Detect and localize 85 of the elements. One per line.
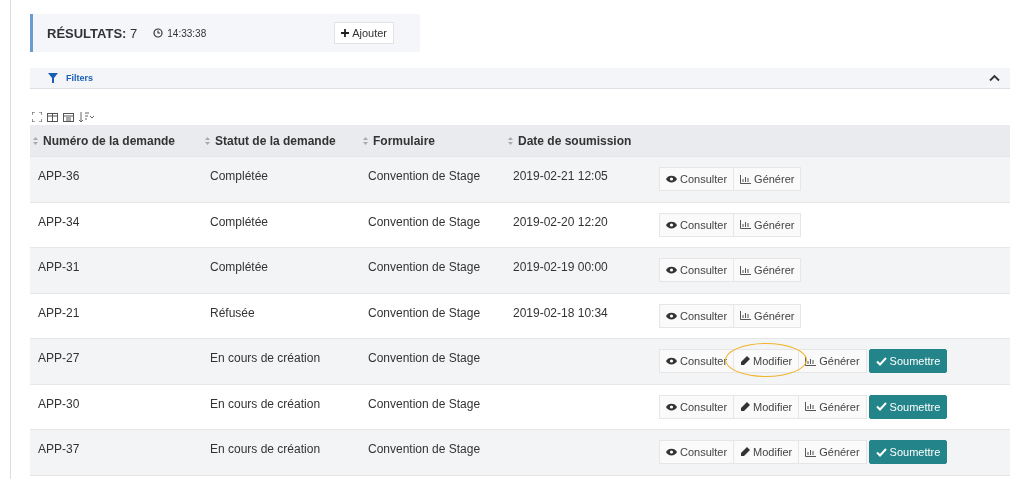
edit-button[interactable]: Modifier [733,440,800,465]
bar-chart-icon [805,447,817,457]
column-header[interactable]: Date de soumission [505,133,660,148]
request-number: APP-27 [37,350,81,365]
view-button[interactable]: Consulter [659,258,735,283]
form-name: Convention de Stage [367,304,482,320]
fullscreen-icon[interactable] [32,112,42,122]
eye-icon [666,175,677,184]
pencil-icon [740,447,751,458]
check-icon [875,356,887,366]
results-count: RÉSULTATS: 7 [47,25,138,41]
request-status: En cours de création [209,395,322,411]
check-icon [875,402,887,412]
form-name: Convention de Stage [367,168,482,183]
pencil-icon [740,401,751,412]
generate-button[interactable]: Générer [733,167,802,192]
bar-chart-icon [740,265,752,275]
form-name: Convention de Stage [367,441,482,456]
timestamp: 14:33:38 [167,27,207,39]
request-status: Réfusée [209,304,256,320]
request-status: En cours de création [209,441,322,456]
sort-icon [205,136,210,145]
sort-icon [363,136,368,145]
add-button[interactable]: Ajouter [334,22,394,44]
view-button[interactable]: Consulter [659,167,735,192]
generate-button[interactable]: Générer [733,258,802,283]
column-header[interactable]: Formulaire [360,133,505,148]
filters-label[interactable]: Filters [66,73,93,83]
filter-icon [48,73,58,83]
column-header[interactable]: Numéro de la demande [30,133,202,148]
request-status: Complétée [209,213,270,229]
generate-button[interactable]: Générer [733,303,802,328]
clock-icon [153,28,164,38]
bar-chart-icon [740,220,752,230]
sort-icon [508,136,513,145]
bar-chart-icon [805,402,817,412]
eye-icon [666,311,677,320]
request-number: APP-31 [37,259,81,274]
eye-icon [666,448,677,457]
columns-icon[interactable] [47,112,58,122]
eye-icon [666,266,677,275]
check-icon [875,447,887,457]
eye-icon [666,402,677,411]
request-status: En cours de création [209,350,322,365]
form-name: Convention de Stage [367,395,482,411]
edit-button[interactable]: Modifier [733,349,800,374]
sort-dropdown-icon[interactable] [79,112,95,122]
bar-chart-icon [740,174,752,184]
plus-icon [341,29,350,37]
request-status: Complétée [209,259,270,274]
generate-button[interactable]: Générer [798,394,867,419]
view-button[interactable]: Consulter [659,349,735,374]
eye-icon [666,220,677,229]
bar-chart-icon [740,311,752,321]
card-view-icon[interactable] [63,112,74,122]
form-name: Convention de Stage [367,259,482,274]
request-status: Complétée [209,168,270,183]
sort-icon [33,136,38,145]
request-number: APP-21 [37,304,81,320]
form-name: Convention de Stage [367,350,482,365]
pencil-icon [740,356,751,367]
view-button[interactable]: Consulter [659,440,735,465]
view-button[interactable]: Consulter [659,394,735,419]
generate-button[interactable]: Générer [733,212,802,237]
generate-button[interactable]: Générer [798,440,867,465]
request-number: APP-36 [37,168,81,183]
submission-date: 2019-02-19 00:00 [512,259,609,274]
submit-button[interactable]: Soumettre [868,440,948,465]
submit-button[interactable]: Soumettre [868,394,948,419]
generate-button[interactable]: Générer [798,349,867,374]
request-number: APP-30 [37,395,81,411]
request-number: APP-37 [37,441,81,456]
submit-button[interactable]: Soumettre [868,349,948,374]
view-button[interactable]: Consulter [659,303,735,328]
bar-chart-icon [805,356,817,366]
submission-date: 2019-02-18 10:34 [512,304,609,320]
form-name: Convention de Stage [367,213,482,229]
request-number: APP-34 [37,213,81,229]
submission-date: 2019-02-21 12:05 [512,168,609,183]
eye-icon [666,357,677,366]
edit-button[interactable]: Modifier [733,394,800,419]
submission-date: 2019-02-20 12:20 [512,213,609,229]
collapse-chevron-icon[interactable] [989,74,1000,82]
view-button[interactable]: Consulter [659,212,735,237]
column-header[interactable]: Statut de la demande [202,133,360,148]
